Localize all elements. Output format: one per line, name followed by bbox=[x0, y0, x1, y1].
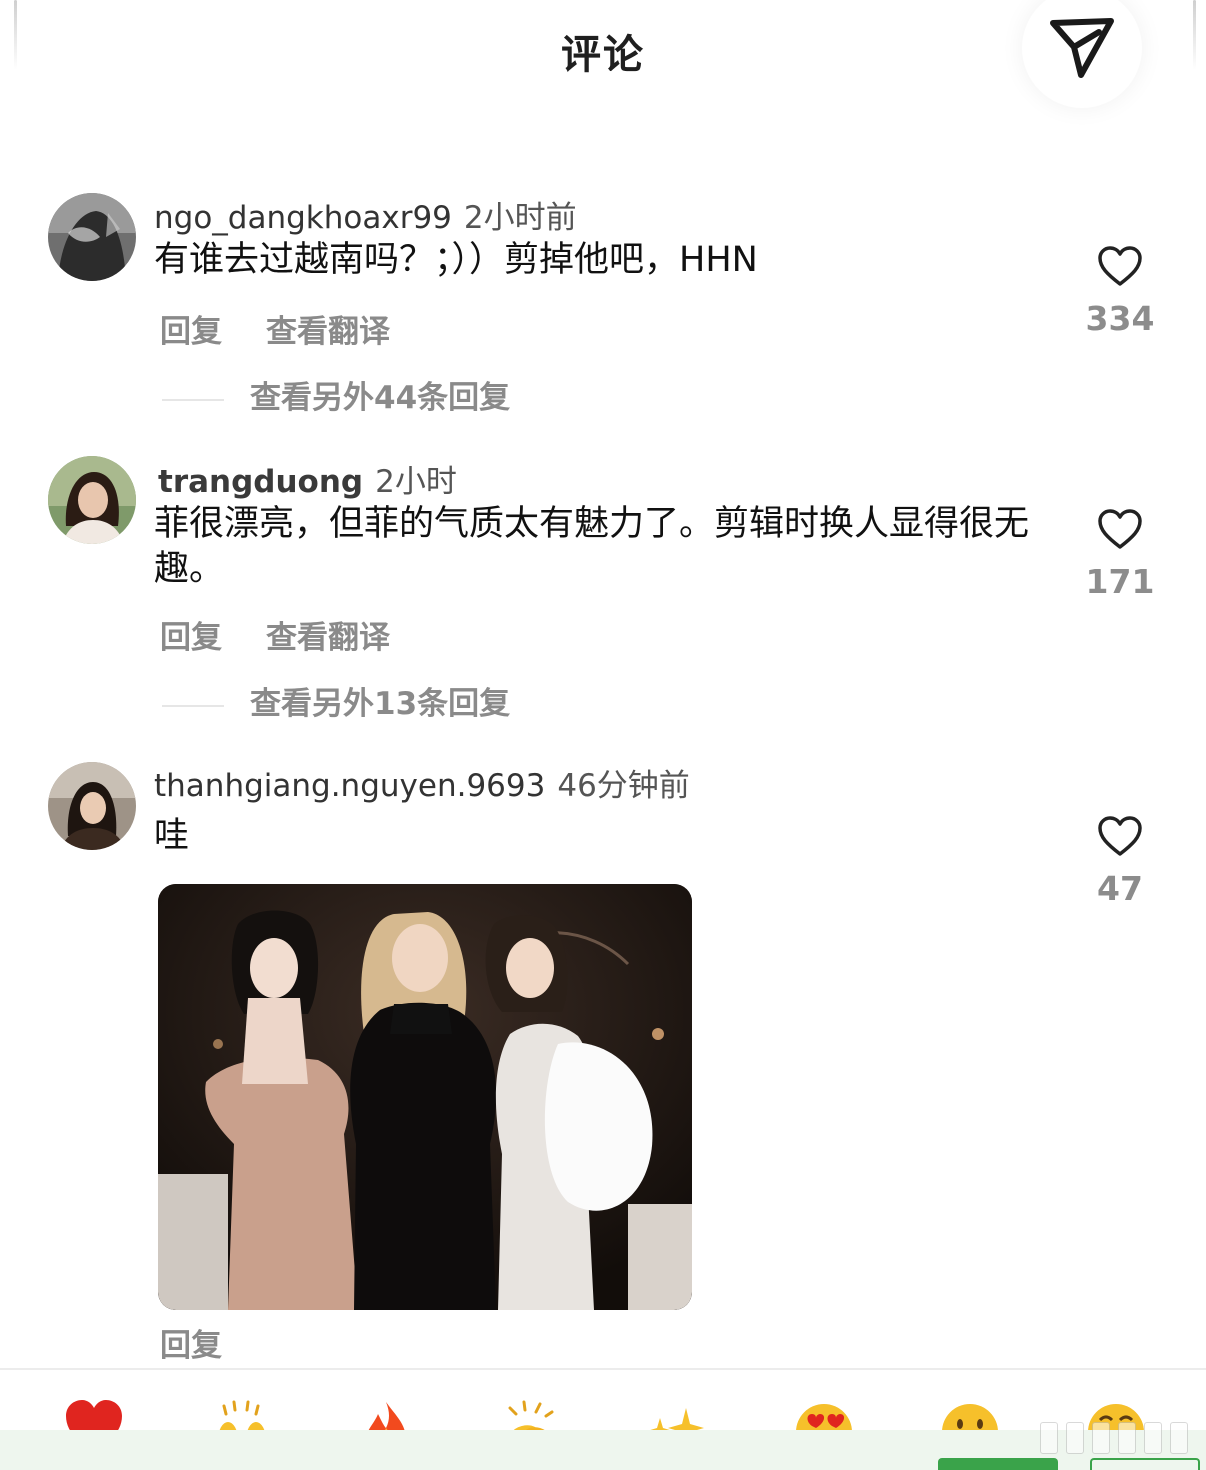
reply-button[interactable]: 回复 bbox=[160, 306, 222, 351]
comment-meta: thanhgiang.nguyen.9693 46分钟前 bbox=[154, 760, 690, 805]
comments-header: 评论 bbox=[0, 0, 1206, 110]
avatar[interactable] bbox=[48, 762, 136, 850]
like-control[interactable]: 171 bbox=[1080, 508, 1160, 601]
send-icon bbox=[1050, 18, 1114, 78]
avatar[interactable] bbox=[48, 193, 136, 281]
timestamp: 2小时 bbox=[375, 464, 457, 500]
comment-actions: 回复 查看翻译 bbox=[160, 612, 434, 657]
emoji-bar-divider bbox=[0, 1368, 1206, 1370]
reply-button[interactable]: 回复 bbox=[160, 1320, 222, 1365]
comment-text: 有谁去过越南吗？；））剪掉他吧，HHN bbox=[154, 240, 758, 280]
translate-button[interactable]: 查看翻译 bbox=[266, 306, 390, 351]
comment-meta: ngo_dangkhoaxr99 2小时前 bbox=[154, 192, 577, 237]
comment-actions: 回复 查看翻译 bbox=[160, 306, 434, 351]
primary-action-button[interactable] bbox=[938, 1458, 1058, 1470]
divider-line bbox=[162, 704, 224, 707]
view-more-replies[interactable]: 查看另外13条回复 bbox=[162, 678, 510, 723]
reply-button[interactable]: 回复 bbox=[160, 612, 222, 657]
divider-line bbox=[162, 398, 224, 401]
view-more-replies-label: 查看另外44条回复 bbox=[250, 380, 511, 416]
view-more-replies-label: 查看另外13条回复 bbox=[250, 686, 511, 722]
comment-actions: 回复 bbox=[160, 1320, 266, 1365]
timestamp: 46分钟前 bbox=[557, 768, 690, 804]
like-count: 171 bbox=[1085, 562, 1155, 601]
like-control[interactable]: 334 bbox=[1080, 245, 1160, 338]
watermark-icon bbox=[1040, 1422, 1190, 1458]
like-control[interactable]: 47 bbox=[1080, 815, 1160, 908]
username[interactable]: trangduong bbox=[158, 464, 363, 500]
view-more-replies[interactable]: 查看另外44条回复 bbox=[162, 372, 510, 417]
comment-meta: trangduong 2小时 bbox=[158, 456, 457, 501]
username[interactable]: thanhgiang.nguyen.9693 bbox=[154, 768, 545, 804]
heart-icon bbox=[1098, 509, 1142, 549]
comment-text: 菲很漂亮，但菲的气质太有魅力了。剪辑时换人显得很无趣。 bbox=[154, 504, 1030, 589]
heart-icon bbox=[1098, 816, 1142, 856]
timestamp: 2小时前 bbox=[463, 200, 577, 236]
like-count: 334 bbox=[1085, 299, 1155, 338]
like-count: 47 bbox=[1097, 869, 1143, 908]
avatar[interactable] bbox=[48, 456, 136, 544]
heart-icon bbox=[1098, 246, 1142, 286]
share-button[interactable] bbox=[1022, 0, 1142, 108]
secondary-action-button[interactable] bbox=[1090, 1458, 1200, 1470]
translate-button[interactable]: 查看翻译 bbox=[266, 612, 390, 657]
comment-photo[interactable] bbox=[158, 884, 692, 1310]
comment-text: 哇 bbox=[154, 816, 190, 856]
username[interactable]: ngo_dangkhoaxr99 bbox=[154, 200, 452, 236]
